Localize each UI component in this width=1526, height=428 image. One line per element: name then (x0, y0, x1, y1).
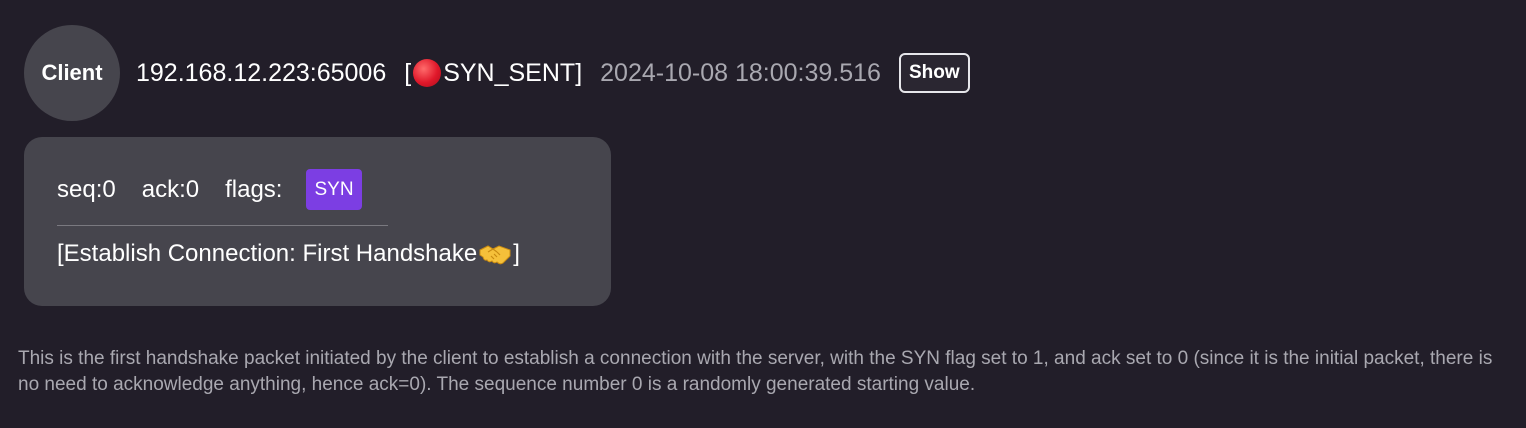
divider (57, 225, 388, 226)
packet-note: [Establish Connection: First Handshake ] (57, 240, 520, 268)
red-circle-icon (413, 59, 442, 87)
client-avatar: Client (24, 25, 120, 121)
flags-label: flags: (225, 175, 283, 203)
endpoint-address: 192.168.12.223:65006 (136, 58, 387, 87)
packet-description: This is the first handshake packet initi… (18, 348, 1493, 395)
ack-value: ack:0 (141, 175, 200, 203)
note-text: [Establish Connection: First Handshake (57, 240, 478, 267)
state-close-bracket: ] (575, 58, 583, 87)
timestamp: 2024-10-08 18:00:39.516 (600, 58, 881, 87)
packet-card: seq:0 ack:0 flags: SYN [Establish Connec… (24, 137, 611, 306)
connection-state: [ SYN_SENT ] (404, 59, 582, 88)
note-close-bracket: ] (513, 240, 520, 267)
avatar-label: Client (41, 60, 103, 85)
handshake-icon (479, 241, 511, 267)
state-open-bracket: [ (404, 58, 412, 87)
flag-badge-syn: SYN (306, 169, 362, 210)
seq-value: seq:0 (57, 175, 116, 203)
show-button[interactable]: Show (898, 53, 970, 93)
connection-header: 192.168.12.223:65006 [ SYN_SENT ] 2024-1… (136, 51, 970, 95)
state-label: SYN_SENT (443, 58, 576, 87)
packet-fields: seq:0 ack:0 flags: SYN (57, 169, 362, 210)
